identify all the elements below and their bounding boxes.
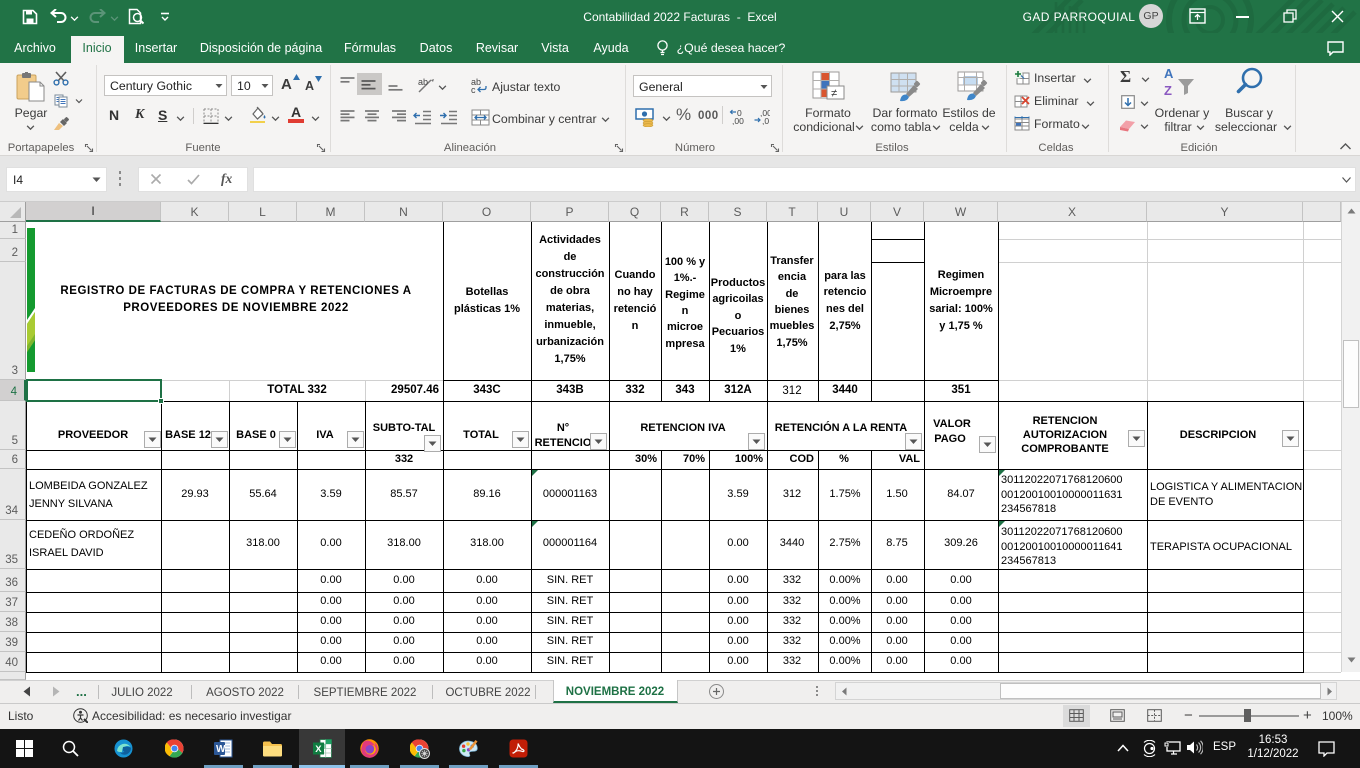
svg-text:≠: ≠ [831,88,837,100]
svg-text:X: X [315,744,322,755]
svg-text:W: W [216,744,226,755]
svg-text:c: c [471,85,476,94]
svg-text:,0: ,0 [762,116,769,125]
svg-text:,00: ,00 [732,116,744,125]
svg-text:ab: ab [418,77,428,87]
